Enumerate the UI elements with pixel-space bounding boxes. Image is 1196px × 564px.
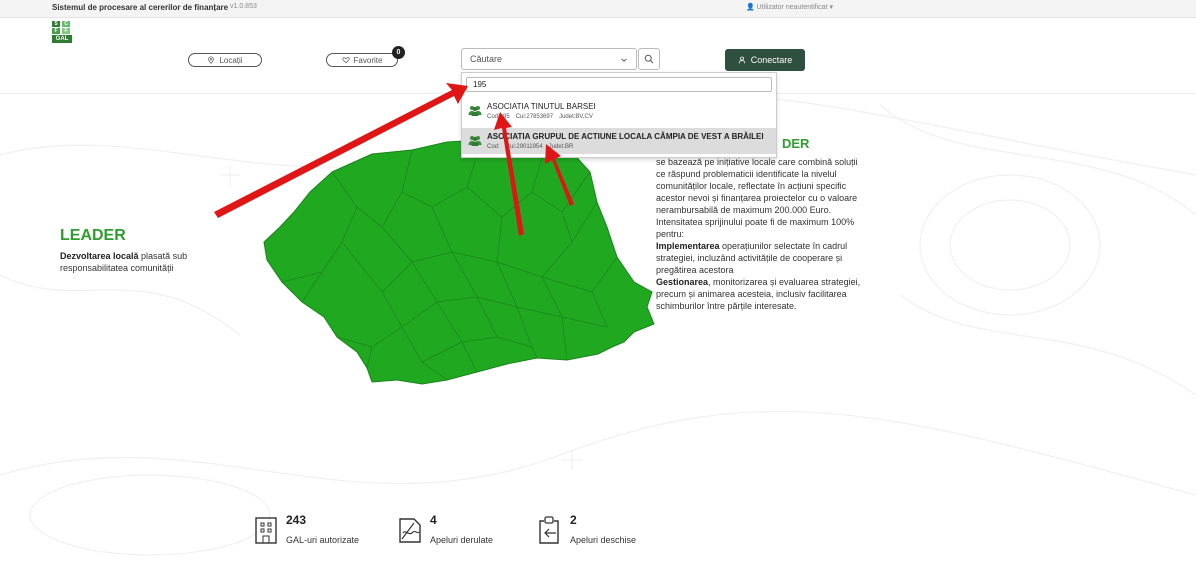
location-pin-icon — [208, 56, 215, 64]
search-placeholder: Căutare — [470, 54, 503, 64]
leader-title-right: DER — [782, 136, 810, 151]
search-result-item[interactable]: ASOCIATIA GRUPUL DE ACTIUNE LOCALA CÂMPI… — [462, 128, 776, 154]
result-county: Judet:BR — [548, 144, 574, 150]
chevron-down-icon — [621, 58, 627, 62]
heart-icon — [341, 57, 350, 64]
leader-details: se bazează pe inițiative locale care com… — [656, 156, 862, 312]
document-signed-icon — [399, 518, 421, 543]
app-version: v1.0.853 — [230, 3, 257, 10]
result-meta: Cod: Cui:29011954 Judet:BR — [487, 144, 579, 150]
search-button[interactable] — [638, 48, 660, 70]
clipboard-icon — [539, 516, 559, 544]
result-county: Judet:BV,CV — [559, 114, 593, 120]
user-menu[interactable]: 👤 Utilizator neautentificat ▾ — [746, 3, 833, 11]
result-name: ASOCIATIA GRUPUL DE ACTIUNE LOCALA CÂMPI… — [487, 132, 764, 141]
management-bold: Gestionarea — [656, 277, 709, 287]
caret-down-icon: ▾ — [829, 4, 833, 11]
logo-letter-f2: F — [62, 28, 70, 34]
user-menu-label: Utilizator neautentificat — [756, 4, 828, 11]
logo-text: GAL — [52, 35, 72, 43]
map-outline — [263, 137, 655, 385]
stat-label: GAL-uri autorizate — [286, 535, 360, 545]
stat-number: 4 — [430, 513, 437, 527]
user-icon — [738, 56, 745, 64]
stat-number: 243 — [286, 513, 307, 527]
implementation-bold: Implementarea — [656, 241, 720, 251]
users-group-icon — [468, 136, 482, 146]
leader-description-bold: Dezvoltarea locală — [60, 251, 139, 261]
search-icon — [644, 54, 654, 64]
result-cui: Cui:29011954 — [505, 144, 543, 150]
stat-number: 2 — [570, 513, 577, 527]
locations-button[interactable]: Locații — [188, 53, 262, 67]
app-title: Sistemul de procesare al cererilor de fi… — [52, 3, 229, 12]
search-result-item[interactable]: ASOCIATIA TINUTUL BARSEI Cod:195 Cui:2785… — [462, 98, 776, 124]
result-code: Cod: — [487, 144, 500, 150]
search-select[interactable]: Căutare — [461, 48, 637, 70]
leader-details-intro: se bazează pe inițiative locale care com… — [656, 157, 858, 239]
result-meta: Cod:195 Cui:27853697 Judet:BV,CV — [487, 114, 599, 120]
favorites-label: Favorite — [353, 55, 383, 65]
stat-label: Apeluri derulate — [430, 535, 494, 545]
result-code: Cod:195 — [487, 114, 510, 120]
building-icon — [255, 517, 277, 544]
search-dropdown: 195 ASOCIATIA TINUTUL BARSEI Cod:195 Cui:… — [461, 72, 777, 158]
dropdown-search-input[interactable]: 195 — [466, 77, 772, 92]
logo[interactable]: S C F F GAL — [52, 21, 72, 43]
user-icon: 👤 — [746, 4, 755, 11]
login-button[interactable]: Conectare — [725, 49, 805, 71]
favorites-count-badge: 0 — [392, 46, 405, 59]
logo-letter-c: C — [62, 21, 70, 27]
result-cui: Cui:27853697 — [515, 114, 554, 120]
logo-letter-s: S — [52, 21, 60, 27]
locations-label: Locații — [219, 55, 243, 65]
top-bar: Sistemul de procesare al cererilor de fi… — [0, 0, 1196, 18]
login-label: Conectare — [750, 55, 793, 65]
result-name: ASOCIATIA TINUTUL BARSEI — [487, 102, 596, 111]
users-group-icon — [468, 106, 482, 116]
leader-title-left: LEADER — [60, 227, 126, 244]
favorites-button[interactable]: Favorite — [326, 53, 398, 67]
logo-letter-f1: F — [52, 28, 60, 34]
stat-label: Apeluri deschise — [570, 535, 637, 545]
leader-description: Dezvoltarea locală plasată sub responsab… — [60, 250, 230, 274]
romania-map[interactable] — [262, 132, 662, 394]
